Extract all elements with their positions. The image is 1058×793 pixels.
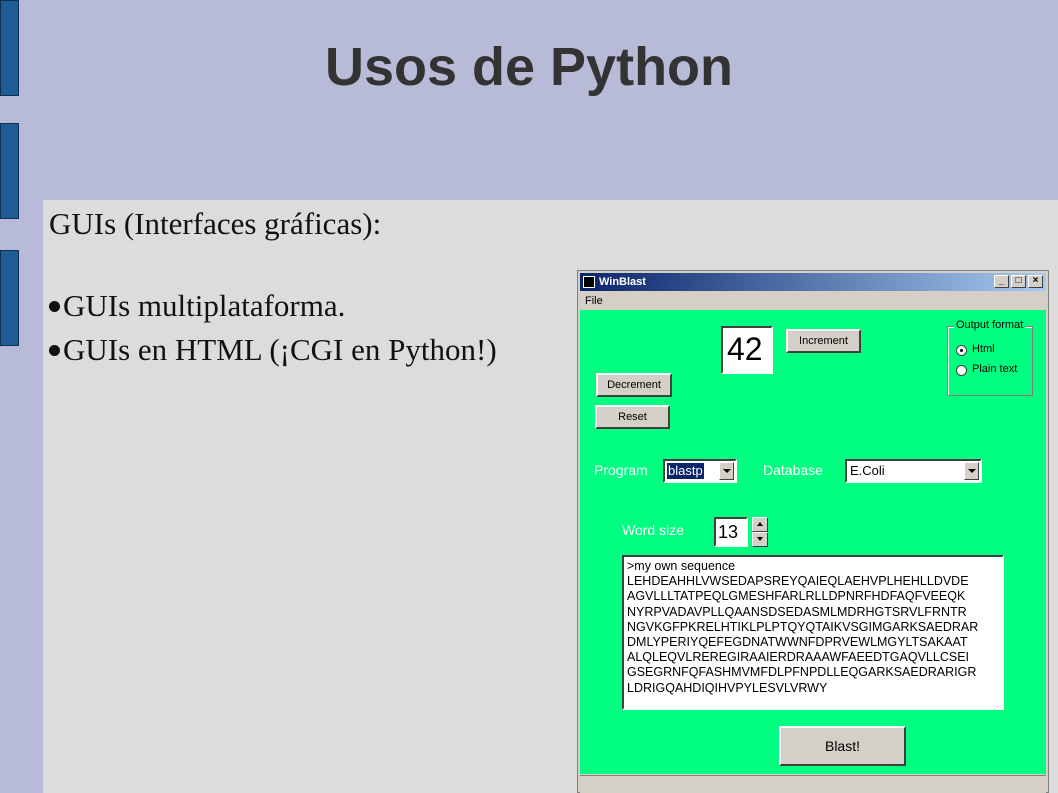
bullet-item: GUIs en HTML (¡CGI en Python!) xyxy=(49,332,497,368)
menu-file[interactable]: File xyxy=(580,295,603,307)
status-bar xyxy=(580,775,1046,793)
bullet-item: GUIs multiplataforma. xyxy=(49,288,345,324)
radio-plain-text-label[interactable]: Plain text xyxy=(972,363,1017,375)
slide-left-strip xyxy=(0,0,43,793)
database-label: Database xyxy=(763,462,823,478)
database-select[interactable]: E.Coli xyxy=(845,459,982,483)
database-value: E.Coli xyxy=(850,463,885,478)
winblast-window: WinBlast _ □ × File 42 Increment Decreme… xyxy=(577,270,1049,793)
window-titlebar[interactable]: WinBlast _ □ × xyxy=(580,273,1046,291)
word-size-label: Word size xyxy=(622,522,684,538)
sequence-line: NGVKGFPKRELHTIKLPLPTQYQTAIKVSGIMGARKSAED… xyxy=(627,619,979,634)
chevron-down-icon[interactable] xyxy=(719,462,734,480)
window-client-area: 42 Increment Decrement Reset Output form… xyxy=(580,310,1046,774)
sequence-line: ALQLEQVLREREGIRAAIERDRAAAWFAEEDTGAQVLLCS… xyxy=(627,650,969,665)
bullet-text: GUIs multiplataforma. xyxy=(63,288,346,323)
menu-bar: File xyxy=(580,292,1046,310)
sequence-line: NYRPVADAVPLLQAANSDSEDASMLMDRHGTSRVLFRNTR xyxy=(627,604,967,619)
output-format-group: Output format Html Plain text xyxy=(947,319,1033,396)
bullet-dot-icon xyxy=(49,345,60,357)
sequence-line: DMLYPERIYQEFEGDNATWWNFDPRVEWLMGYLTSAKAAT xyxy=(627,635,968,650)
minimize-icon[interactable]: _ xyxy=(994,275,1009,288)
chevron-down-icon[interactable] xyxy=(964,462,979,480)
counter-display: 42 xyxy=(721,326,773,374)
blast-button[interactable]: Blast! xyxy=(779,726,906,766)
sequence-line: LDRIGQAHDIQIHVPYLESVLVRWY xyxy=(627,680,828,695)
reset-button[interactable]: Reset xyxy=(595,405,670,429)
word-size-input[interactable]: 13 xyxy=(714,517,748,547)
bullet-dot-icon xyxy=(49,301,60,313)
close-icon[interactable]: × xyxy=(1028,275,1043,288)
sequence-line: LEHDEAHHLVWSEDAPSREYQAIEQLAEHVPLHEHLLDVD… xyxy=(627,574,969,589)
slide-heading: GUIs (Interfaces gráficas): xyxy=(49,206,382,241)
sequence-line: AGVLLLTATPEQLGMESHFARLRLLDPNRFHDFAQFVEEQ… xyxy=(627,589,966,604)
radio-plain-text[interactable] xyxy=(956,365,967,376)
sequence-line: GSEGRNFQFASHMVMFDLPFNPDLLEQGARKSAEDRARIG… xyxy=(627,665,977,680)
bullet-text: GUIs en HTML (¡CGI en Python!) xyxy=(63,332,497,367)
spin-down-icon[interactable] xyxy=(752,532,768,547)
increment-button[interactable]: Increment xyxy=(786,329,861,353)
sequence-textarea[interactable]: >my own sequence LEHDEAHHLVWSEDAPSREYQAIE… xyxy=(622,555,1004,710)
radio-html[interactable] xyxy=(956,345,967,356)
window-title: WinBlast xyxy=(599,276,646,288)
decrement-button[interactable]: Decrement xyxy=(596,373,672,397)
output-format-title: Output format xyxy=(954,319,1026,331)
slide-tab xyxy=(0,123,19,219)
app-icon xyxy=(583,276,595,288)
program-value: blastp xyxy=(667,463,704,479)
program-select[interactable]: blastp xyxy=(663,459,737,483)
program-label: Program xyxy=(594,462,648,478)
radio-html-label[interactable]: Html xyxy=(972,343,995,355)
sequence-line: >my own sequence xyxy=(627,559,736,573)
slide-tab xyxy=(0,250,19,346)
slide-title: Usos de Python xyxy=(324,37,734,97)
spin-up-icon[interactable] xyxy=(752,517,768,532)
maximize-icon[interactable]: □ xyxy=(1011,275,1026,288)
